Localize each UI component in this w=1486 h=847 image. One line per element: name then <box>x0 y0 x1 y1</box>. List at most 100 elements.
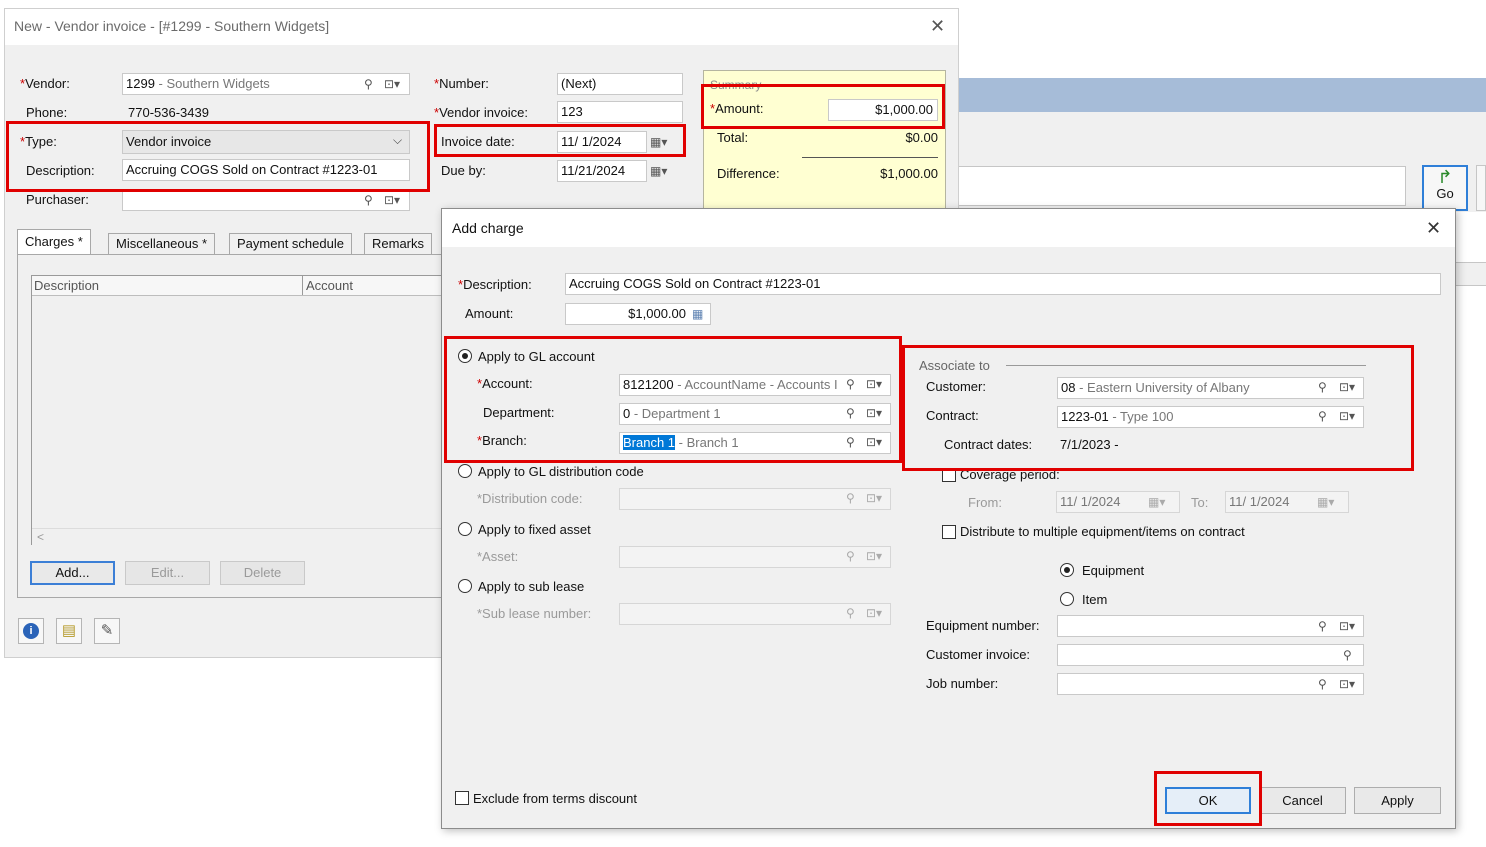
attachment-icon[interactable]: ✎ <box>94 618 120 644</box>
coverage-period-label[interactable]: Coverage period: <box>960 467 1060 482</box>
number-field[interactable]: (Next) <box>557 73 683 95</box>
distribution-search-icon[interactable]: ⚲ <box>846 490 855 506</box>
job-search-icon[interactable]: ⚲ <box>1318 676 1327 692</box>
info-icon[interactable]: i <box>18 618 44 644</box>
contract-search-icon[interactable]: ⚲ <box>1318 408 1327 424</box>
apply-gl-distribution-radio[interactable] <box>458 464 472 478</box>
coverage-period-checkbox[interactable] <box>942 468 956 482</box>
branch-search-icon[interactable]: ⚲ <box>846 434 855 450</box>
apply-fixed-asset-label[interactable]: Apply to fixed asset <box>478 522 591 537</box>
grid-column-description[interactable]: Description <box>34 278 99 293</box>
invoice-date-field[interactable]: 11/ 1/2024 <box>557 131 647 153</box>
tab-remarks[interactable]: Remarks <box>364 233 433 255</box>
asset-dropdown-icon[interactable]: ⊡▾ <box>866 548 882 564</box>
delete-button[interactable]: Delete <box>220 561 305 585</box>
account-dropdown-icon[interactable]: ⊡▾ <box>866 376 883 392</box>
type-select[interactable]: Vendor invoice <box>122 130 410 154</box>
background-band <box>958 78 1486 112</box>
notes-icon[interactable]: ▤ <box>56 618 82 644</box>
apply-fixed-asset-radio[interactable] <box>458 522 472 536</box>
department-dropdown-icon[interactable]: ⊡▾ <box>866 405 882 421</box>
branch-label: *Branch: <box>477 433 527 448</box>
purchaser-dropdown-icon[interactable]: ⊡▾ <box>384 192 400 208</box>
grid-column-account[interactable]: Account <box>306 278 353 293</box>
summary-divider <box>802 157 938 158</box>
item-radio-label[interactable]: Item <box>1082 592 1107 607</box>
customer-name: - Eastern University of Albany <box>1075 380 1250 395</box>
chevron-down-icon[interactable]: ⌵ <box>393 133 402 148</box>
account-search-icon[interactable]: ⚲ <box>846 376 855 392</box>
add-charge-close-icon[interactable]: ✕ <box>1426 218 1441 239</box>
tab-miscellaneous[interactable]: Miscellaneous * <box>108 233 216 255</box>
equipment-radio[interactable] <box>1060 563 1074 577</box>
delete-button-label: Delete <box>243 565 282 580</box>
apply-sub-lease-radio[interactable] <box>458 579 472 593</box>
distribution-dropdown-icon[interactable]: ⊡▾ <box>866 490 882 506</box>
tab-payment-schedule[interactable]: Payment schedule <box>229 233 352 255</box>
distribute-multiple-checkbox[interactable] <box>942 525 956 539</box>
apply-button-label: Apply <box>1381 793 1414 808</box>
background-scrollbar[interactable] <box>1476 165 1486 211</box>
item-radio[interactable] <box>1060 592 1074 606</box>
account-label: *Account: <box>477 376 533 391</box>
description-field[interactable]: Accruing COGS Sold on Contract #1223-01 <box>122 159 410 181</box>
apply-sub-lease-label[interactable]: Apply to sub lease <box>478 579 584 594</box>
cancel-button[interactable]: Cancel <box>1259 787 1346 814</box>
department-search-icon[interactable]: ⚲ <box>846 405 855 421</box>
ok-button[interactable]: OK <box>1165 787 1251 814</box>
apply-gl-account-label[interactable]: Apply to GL account <box>478 349 595 364</box>
due-calendar-icon[interactable]: ▦▾ <box>650 163 667 179</box>
exclude-discount-checkbox[interactable] <box>455 791 469 805</box>
equipment-radio-label[interactable]: Equipment <box>1082 563 1144 578</box>
to-calendar-icon[interactable]: ▦▾ <box>1317 494 1334 510</box>
vendor-dropdown-icon[interactable]: ⊡▾ <box>384 76 400 92</box>
job-dropdown-icon[interactable]: ⊡▾ <box>1339 676 1355 692</box>
apply-gl-account-radio[interactable] <box>458 349 472 363</box>
branch-dropdown-icon[interactable]: ⊡▾ <box>866 434 882 450</box>
exclude-discount-label[interactable]: Exclude from terms discount <box>473 791 637 806</box>
type-label: *Type: <box>20 134 57 149</box>
background-input[interactable] <box>958 166 1406 206</box>
customer-invoice-field[interactable] <box>1057 644 1364 666</box>
number-label: *Number: <box>434 76 489 91</box>
scroll-left-icon[interactable]: < <box>37 530 44 544</box>
background-menu-bar <box>0 0 1486 8</box>
edit-button[interactable]: Edit... <box>125 561 210 585</box>
add-button[interactable]: Add... <box>30 561 115 585</box>
due-by-field[interactable]: 11/21/2024 <box>557 160 647 182</box>
asset-search-icon[interactable]: ⚲ <box>846 548 855 564</box>
customer-search-icon[interactable]: ⚲ <box>1318 379 1327 395</box>
distribute-multiple-label[interactable]: Distribute to multiple equipment/items o… <box>960 524 1245 539</box>
charge-amount-field[interactable]: $1,000.00 <box>565 303 711 325</box>
apply-gl-distribution-label[interactable]: Apply to GL distribution code <box>478 464 644 479</box>
vendor-invoice-field[interactable]: 123 <box>557 101 683 123</box>
vendor-search-icon[interactable]: ⚲ <box>364 76 373 92</box>
close-icon[interactable]: ✕ <box>930 16 945 37</box>
contract-dropdown-icon[interactable]: ⊡▾ <box>1339 408 1355 424</box>
calendar-icon[interactable]: ▦▾ <box>650 134 667 150</box>
grid-hscrollbar[interactable] <box>32 528 450 546</box>
due-by-label: Due by: <box>441 163 486 178</box>
summary-total-label: Total: <box>717 130 749 145</box>
sub-lease-search-icon[interactable]: ⚲ <box>846 605 855 621</box>
purchaser-search-icon[interactable]: ⚲ <box>364 192 373 208</box>
type-value: Vendor invoice <box>126 134 212 149</box>
contract-code: 1223-01 <box>1061 409 1109 424</box>
equipment-search-icon[interactable]: ⚲ <box>1318 618 1327 634</box>
go-button[interactable]: ↱ Go <box>1422 165 1468 211</box>
charges-grid[interactable] <box>31 275 451 545</box>
tab-charges[interactable]: Charges * <box>17 229 91 254</box>
calculator-icon[interactable]: ▦ <box>692 306 703 322</box>
charge-description-field[interactable]: Accruing COGS Sold on Contract #1223-01 <box>565 273 1441 295</box>
customer-invoice-search-icon[interactable]: ⚲ <box>1343 647 1352 663</box>
equipment-dropdown-icon[interactable]: ⊡▾ <box>1339 618 1355 634</box>
from-calendar-icon[interactable]: ▦▾ <box>1148 494 1165 510</box>
customer-dropdown-icon[interactable]: ⊡▾ <box>1339 379 1355 395</box>
sub-lease-dropdown-icon[interactable]: ⊡▾ <box>866 605 882 621</box>
summary-amount-field[interactable]: $1,000.00 <box>828 99 938 121</box>
branch-code-selected: Branch 1 <box>623 435 676 450</box>
apply-button[interactable]: Apply <box>1354 787 1441 814</box>
vendor-code: 1299 <box>126 76 155 91</box>
phone-label: Phone: <box>26 105 68 120</box>
edit-button-label: Edit... <box>150 565 185 580</box>
